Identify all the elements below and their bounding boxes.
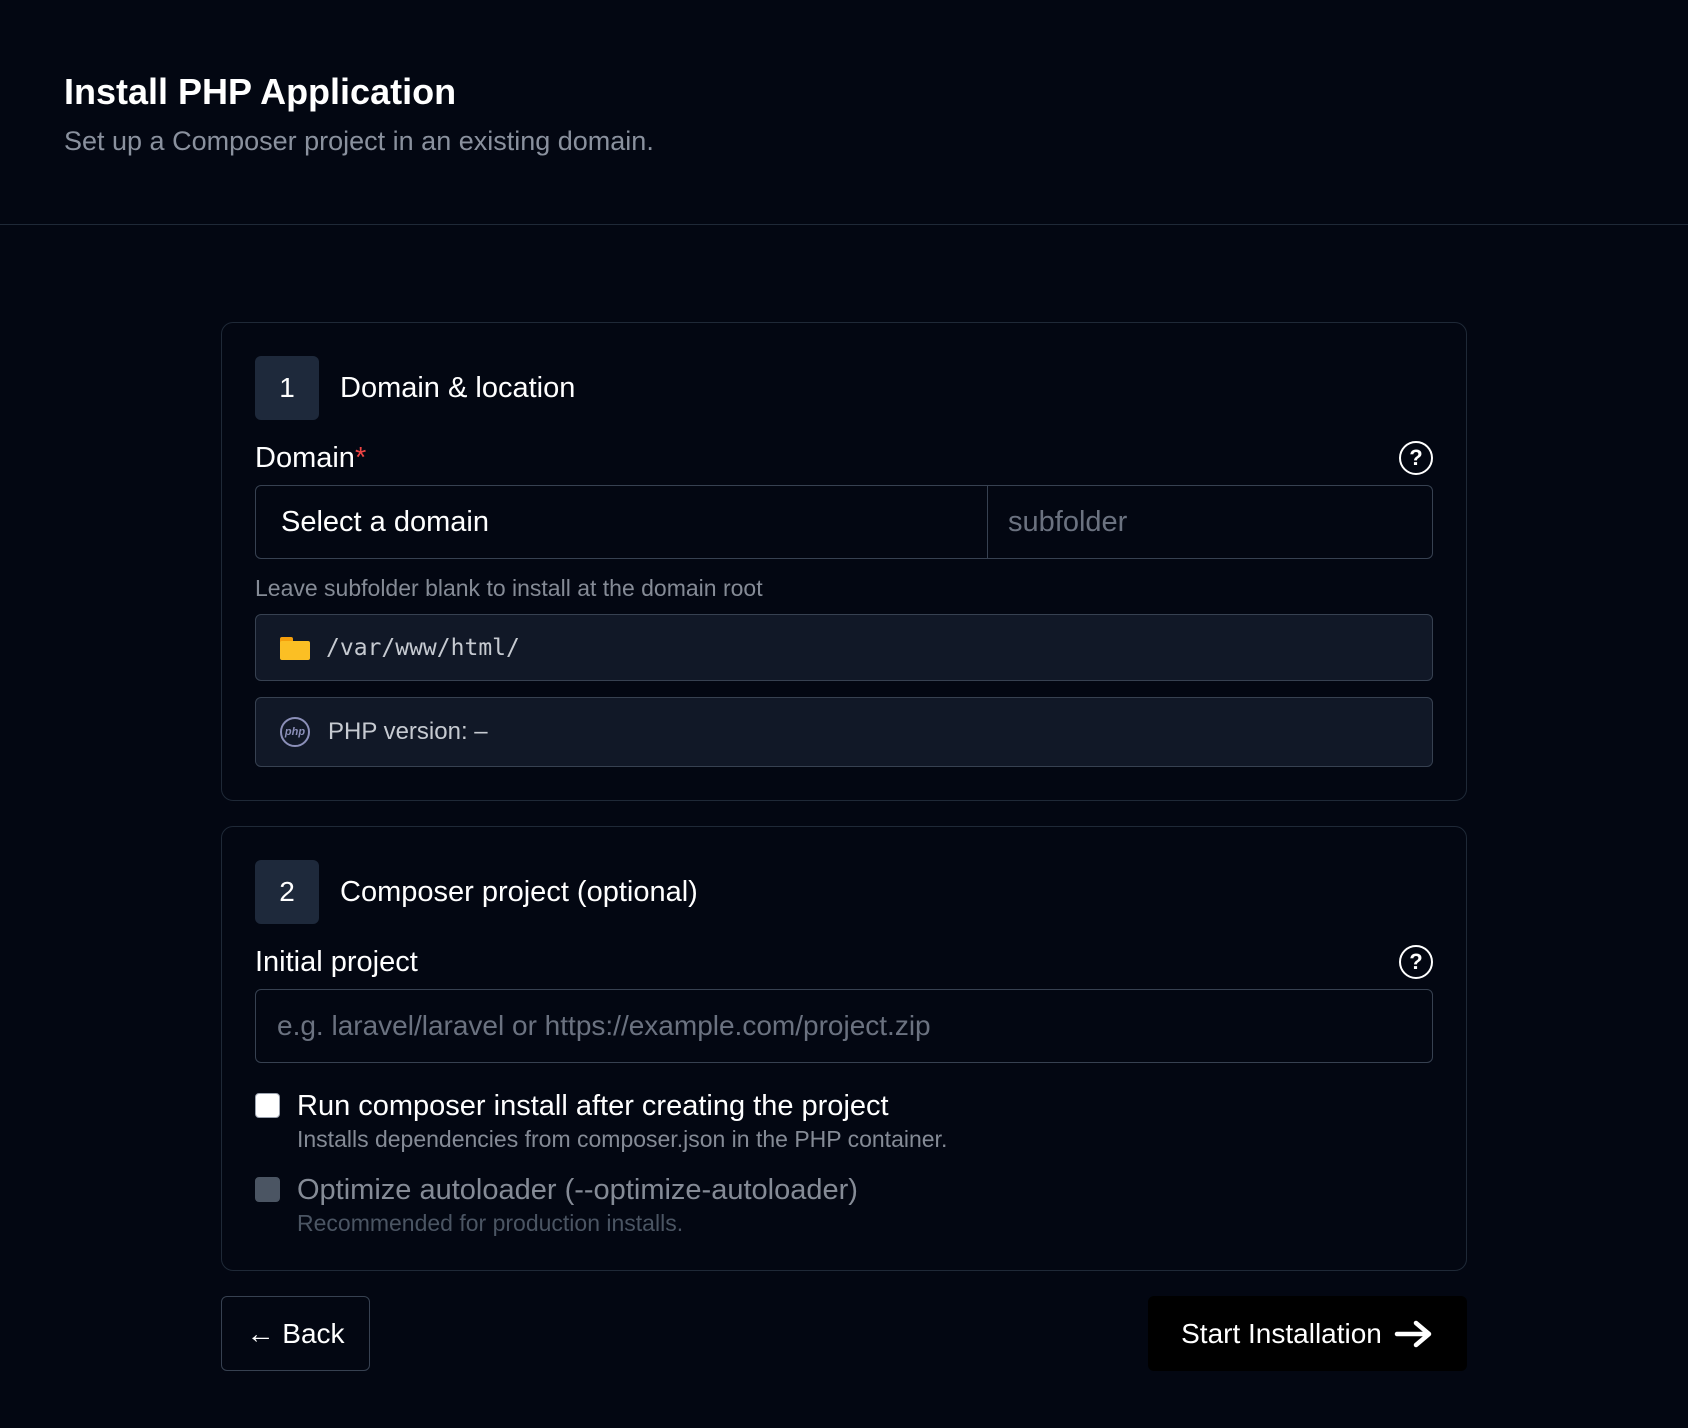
- install-path-display: /var/www/html/: [255, 614, 1433, 681]
- option-text: Run composer install after creating the …: [297, 1091, 947, 1153]
- step-domain-card: 1 Domain & location Domain* ? Select a d…: [221, 322, 1467, 801]
- form-actions: ← Back Start Installation: [221, 1296, 1467, 1371]
- domain-label-row: Domain* ?: [255, 438, 1433, 478]
- php-version-text: PHP version: –: [328, 718, 488, 745]
- composer-install-description: Installs dependencies from composer.json…: [297, 1126, 948, 1152]
- back-button[interactable]: ← Back: [221, 1296, 370, 1371]
- page-header: Install PHP Application Set up a Compose…: [0, 0, 1688, 225]
- initial-project-input[interactable]: e.g. laravel/laravel or https://example.…: [255, 989, 1433, 1063]
- optimize-autoloader-option: Optimize autoloader (--optimize-autoload…: [255, 1175, 1433, 1237]
- composer-install-label: Run composer install after creating the …: [297, 1090, 889, 1122]
- question-circle-icon[interactable]: ?: [1399, 945, 1433, 979]
- domain-label-text: Domain: [255, 441, 355, 474]
- domain-label: Domain*: [255, 442, 366, 475]
- step-number-badge: 2: [255, 860, 319, 924]
- step-title: Domain & location: [340, 371, 576, 404]
- start-installation-label: Start Installation: [1181, 1317, 1382, 1349]
- composer-install-checkbox[interactable]: [255, 1093, 280, 1118]
- start-installation-button[interactable]: Start Installation: [1148, 1296, 1467, 1371]
- optimize-autoloader-label: Optimize autoloader (--optimize-autoload…: [297, 1174, 858, 1206]
- install-form: 1 Domain & location Domain* ? Select a d…: [221, 322, 1467, 1371]
- page-title: Install PHP Application: [64, 71, 457, 112]
- required-marker: *: [354, 441, 367, 474]
- composer-install-option: Run composer install after creating the …: [255, 1091, 1433, 1153]
- arrow-right-icon: [1394, 1320, 1432, 1347]
- step-number-badge: 1: [255, 356, 319, 420]
- step-header: 2 Composer project (optional): [255, 860, 1433, 924]
- optimize-autoloader-checkbox[interactable]: [255, 1177, 280, 1202]
- step-title: Composer project (optional): [340, 875, 698, 908]
- domain-input-group: Select a domain subfolder: [255, 485, 1433, 559]
- subfolder-input[interactable]: subfolder: [988, 486, 1432, 558]
- folder-icon: [280, 636, 310, 660]
- question-circle-icon[interactable]: ?: [1399, 441, 1433, 475]
- project-label-row: Initial project ?: [255, 942, 1433, 982]
- step-header: 1 Domain & location: [255, 356, 1433, 420]
- step-composer-card: 2 Composer project (optional) Initial pr…: [221, 826, 1467, 1271]
- option-text: Optimize autoloader (--optimize-autoload…: [297, 1175, 858, 1237]
- page-subtitle: Set up a Composer project in an existing…: [64, 126, 654, 156]
- install-path-text: /var/www/html/: [326, 634, 520, 661]
- subfolder-hint: Leave subfolder blank to install at the …: [255, 575, 763, 601]
- domain-select[interactable]: Select a domain: [256, 486, 988, 558]
- optimize-autoloader-description: Recommended for production installs.: [297, 1210, 684, 1236]
- initial-project-label: Initial project: [255, 945, 418, 978]
- php-icon: php: [280, 717, 310, 747]
- php-version-display: php PHP version: –: [255, 697, 1433, 767]
